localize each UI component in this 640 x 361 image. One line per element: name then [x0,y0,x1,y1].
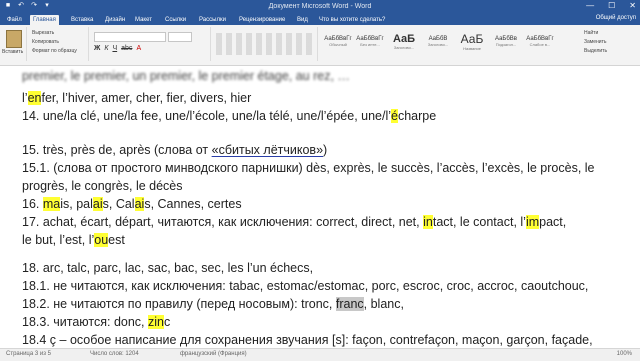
maximize-button[interactable]: ☐ [608,1,615,10]
status-bar: Страница 3 из 5 Число слов: 1204 француз… [0,348,640,361]
replace-button[interactable]: Заменить [584,39,636,45]
doc-line-5: progrès, le congrès, le décès [22,179,183,193]
style-subtitle[interactable]: АаБбВв Подзагол... [492,29,520,57]
redo-icon[interactable]: ↷ [30,2,38,10]
bold-button[interactable]: Ж [94,45,100,52]
minimize-button[interactable]: — [586,1,594,10]
doc-line-13: 18.4 ç – особое написание для сохранения… [22,333,593,347]
clipboard-group: Вырезать Копировать Формат по образцу [28,27,89,61]
paragraph-group [212,27,318,61]
styles-gallery: АаБбВвГг Обычный АаБбВвГг Без инте... АаБ З… [320,27,570,61]
doc-line-12: 18.3. читаются: donc, zinc [22,315,171,329]
document-page[interactable]: premier, le premier, un premier, le prem… [0,66,640,348]
title-bar: ■ ↶ ↷ ▾ Документ Microsoft Word - Word —… [0,0,640,14]
tab-references[interactable]: Ссылки [162,15,189,25]
cut-button[interactable]: Вырезать [32,30,88,36]
tab-review[interactable]: Рецензирование [236,15,288,25]
doc-line-8: le but, l’est, l’ouest [22,233,125,247]
doc-line-6: 16. mais, palais, Calais, Cannes, certes [22,197,242,211]
quick-access-toolbar: ■ ↶ ↷ ▾ [4,2,51,10]
find-button[interactable]: Найти [584,30,636,36]
window-title: Документ Microsoft Word - Word [268,3,372,10]
page-counter[interactable]: Страница 3 из 5 [6,351,51,357]
paste-group: Вставить [2,27,27,61]
style-heading-2[interactable]: АаБбВ Заголово... [424,29,452,57]
ribbon-tabs: Файл Главная Вставка Дизайн Макет Ссылки… [0,14,640,25]
doc-line-7: 17. achat, écart, départ, читаются, как … [22,215,567,229]
underline-button[interactable]: Ч [112,45,117,52]
style-title[interactable]: АаБ Название [458,29,486,57]
style-heading-1[interactable]: АаБ Заголово... [390,29,418,57]
style-subtle-emphasis[interactable]: АаБбВвГг Слабое в... [526,29,554,57]
italic-button[interactable]: К [104,45,108,52]
font-color-button[interactable]: A [136,45,141,52]
style-no-spacing[interactable]: АаБбВвГг Без инте... [356,29,384,57]
tab-home[interactable]: Главная [30,15,59,25]
editing-group: Найти Заменить Выделить [580,27,636,61]
ribbon: Вставить Вырезать Копировать Формат по о… [0,25,640,66]
close-button[interactable]: ✕ [629,1,636,10]
font-format-buttons: Ж К Ч abc A [94,45,141,52]
tab-mailings[interactable]: Рассылки [196,15,229,25]
doc-line-3: 15. très, près de, après (слова от «сбит… [22,143,328,157]
font-size-select[interactable] [168,32,192,42]
format-painter-button[interactable]: Формат по образцу [32,48,88,54]
select-button[interactable]: Выделить [584,48,636,54]
undo-icon[interactable]: ↶ [17,2,25,10]
paste-button[interactable]: Вставить [2,49,23,55]
word-count[interactable]: Число слов: 1204 [90,351,139,357]
doc-line-4: 15.1. (слова от простого минводского пар… [22,161,595,175]
window-controls: — ☐ ✕ [586,1,636,10]
font-name-select[interactable] [94,32,166,42]
tell-me-search[interactable]: Что вы хотите сделать? [316,15,388,25]
paste-icon[interactable] [6,30,22,48]
copy-button[interactable]: Копировать [32,39,88,45]
doc-line-2: 14. une/la clé, une/la fee, une/l’école,… [22,109,437,123]
document-area: premier, le premier, un premier, le prem… [0,66,640,348]
doc-line-1: l’enfer, l’hiver, amer, cher, fier, dive… [22,91,252,105]
tab-design[interactable]: Дизайн [102,15,128,25]
customize-icon[interactable]: ▾ [43,2,51,10]
doc-line-0: premier, le premier, un premier, le prem… [22,69,350,83]
doc-line-9: 18. arc, talc, parc, lac, sac, bac, sec,… [22,261,314,275]
tab-insert[interactable]: Вставка [68,15,96,25]
font-group: Ж К Ч abc A [90,27,211,61]
tab-view[interactable]: Вид [294,15,311,25]
doc-line-10: 18.1. не читаются, как исключения: tabac… [22,279,589,293]
tab-file[interactable]: Файл [4,15,25,25]
style-normal[interactable]: АаБбВвГг Обычный [324,29,352,57]
save-icon[interactable]: ■ [4,2,12,10]
tab-layout[interactable]: Макет [132,15,155,25]
language-indicator[interactable]: французский (Франция) [180,351,247,357]
doc-line-11: 18.2. не читаются по правилу (перед носо… [22,297,404,311]
paragraph-buttons[interactable] [216,33,312,55]
zoom-level[interactable]: 100% [617,351,632,357]
share-button[interactable]: Общий доступ [596,15,636,21]
strikethrough-button[interactable]: abc [121,45,132,52]
